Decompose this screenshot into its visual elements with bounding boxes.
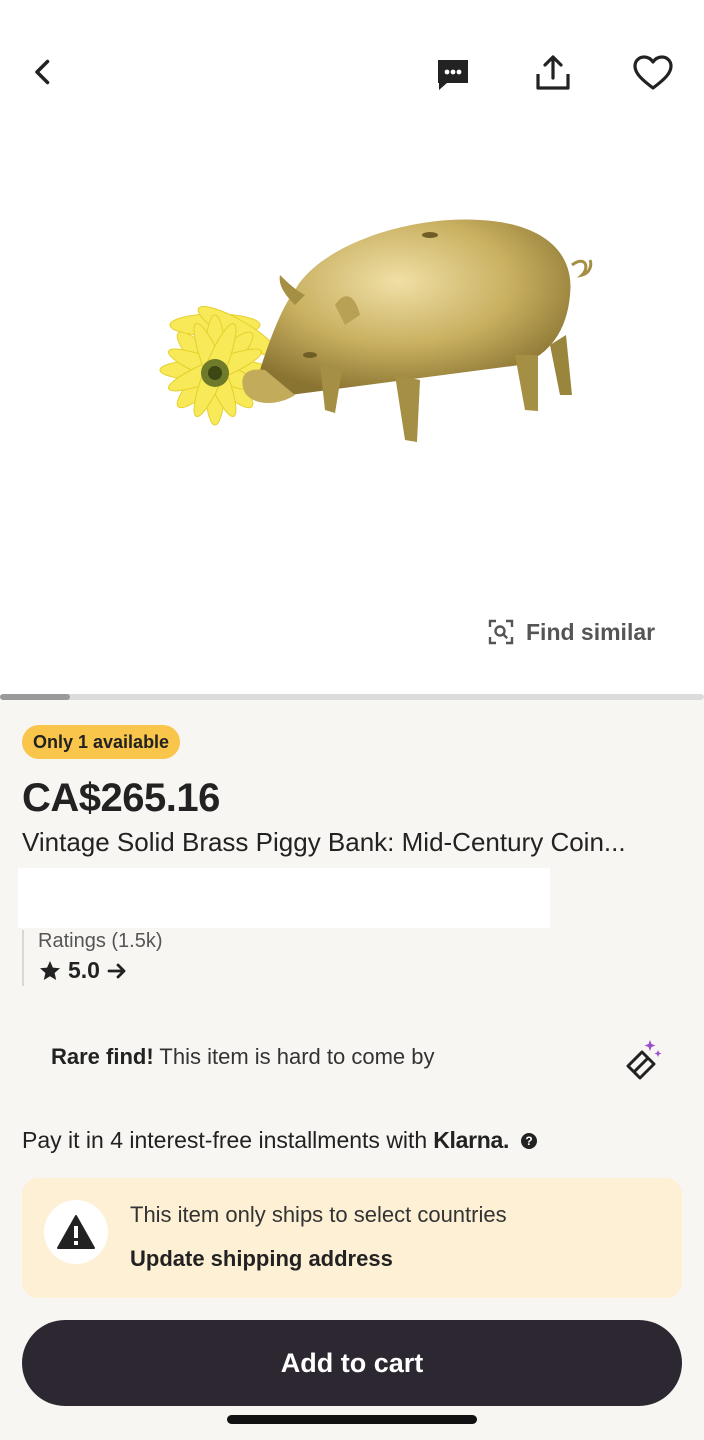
brass-pig [242,219,593,442]
add-to-cart-button[interactable]: Add to cart [22,1320,682,1406]
ratings-value-row: 5.0 [38,957,163,984]
product-image-area: Find similar [0,0,704,698]
arrow-right-icon [107,963,126,978]
klarna-installments[interactable]: Pay it in 4 interest-free installments w… [22,1127,538,1154]
chevron-left-icon [35,59,50,85]
shipping-notice-text: This item only ships to select countries [130,1202,507,1227]
shipping-notice-card: This item only ships to select countries… [22,1178,682,1298]
klarna-text: Pay it in 4 interest-free installments w… [22,1127,428,1153]
heart-icon [633,55,673,90]
share-button[interactable] [530,50,576,96]
ratings-value: 5.0 [68,957,100,983]
message-seller-button[interactable] [430,52,476,98]
share-icon [536,55,570,90]
find-similar-label: Find similar [526,618,656,645]
chat-bubble-icon [438,60,468,90]
help-icon[interactable]: ? [521,1132,538,1149]
warning-triangle-icon [57,1215,95,1249]
back-button[interactable] [22,50,66,94]
rare-find-notice: Rare find! This item is hard to come by [51,1044,435,1070]
stock-badge: Only 1 available [22,725,181,759]
warning-badge [44,1200,108,1264]
star-icon [40,960,60,980]
product-price: CA$265.16 [22,776,220,820]
favorite-button[interactable] [630,50,676,96]
shop-info-placeholder [18,868,550,928]
update-shipping-address-link[interactable]: Update shipping address [130,1246,393,1272]
klarna-logo: Klarna. [433,1127,510,1153]
product-photo[interactable] [120,195,600,460]
product-title[interactable]: Vintage Solid Brass Piggy Bank: Mid-Cent… [22,827,682,858]
find-similar-button[interactable]: Find similar [488,612,655,652]
rare-find-text: This item is hard to come by [159,1044,435,1069]
ratings-label: Ratings (1.5k) [38,930,163,952]
ratings-link[interactable]: Ratings (1.5k) 5.0 [22,930,163,986]
visual-search-icon [488,619,514,645]
rare-find-bold: Rare find! [51,1044,154,1069]
rare-find-diamond-icon [626,1040,662,1080]
home-indicator [227,1415,477,1424]
